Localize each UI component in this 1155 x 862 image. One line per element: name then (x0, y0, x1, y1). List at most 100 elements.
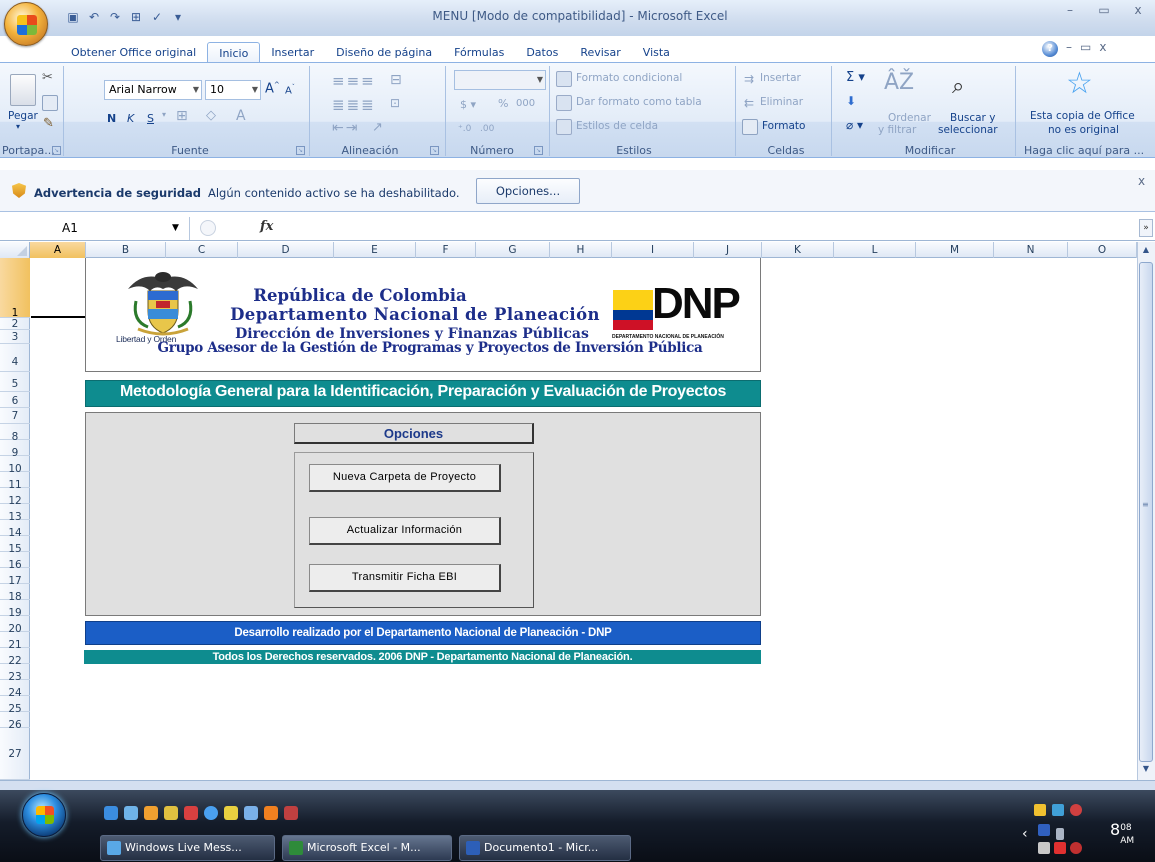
office-notice-line2[interactable]: no es original (1048, 124, 1119, 136)
tab-diseno-pagina[interactable]: Diseño de página (325, 42, 443, 64)
task-microsoft-excel[interactable]: Microsoft Excel - M... (282, 835, 452, 861)
task-documento1[interactable]: Documento1 - Micr... (459, 835, 631, 861)
powerpoint-icon[interactable] (264, 806, 278, 820)
help-icon[interactable]: ? (1042, 41, 1058, 57)
column-header-l[interactable]: L (834, 242, 916, 258)
tray-expand-icon[interactable]: ‹ (1022, 826, 1028, 842)
row-header-1[interactable]: 1 (0, 258, 30, 319)
column-header-c[interactable]: C (166, 242, 238, 258)
minimize-button[interactable]: – (1053, 0, 1087, 22)
fill-icon[interactable]: ⬇ (846, 94, 856, 108)
column-header-k[interactable]: K (762, 242, 834, 258)
row-header-18[interactable]: 18 (0, 584, 30, 603)
row-header-11[interactable]: 11 (0, 472, 30, 491)
antivirus-tray-icon[interactable] (1054, 842, 1066, 854)
update-information-button[interactable]: Actualizar Información (309, 517, 501, 545)
show-desktop-icon[interactable] (124, 806, 138, 820)
mail-icon[interactable] (244, 806, 258, 820)
row-header-2[interactable]: 2 (0, 318, 30, 330)
alignment-launcher-icon[interactable]: ↘ (430, 146, 439, 155)
sort-filter-line2[interactable]: y filtrar (878, 124, 916, 136)
row-header-15[interactable]: 15 (0, 536, 30, 555)
clock[interactable]: 808 AM (1110, 820, 1134, 846)
row-header-23[interactable]: 23 (0, 664, 30, 683)
tab-insertar[interactable]: Insertar (260, 42, 325, 64)
undo-icon[interactable]: ↶ (85, 8, 103, 26)
align-left-icons[interactable]: ≣≣≣ (332, 96, 376, 114)
formula-expand-icon[interactable]: » (1139, 219, 1153, 237)
insert-function-button[interactable]: fx (260, 219, 273, 234)
clear-icon[interactable]: ⌀ ▾ (846, 118, 863, 132)
messenger-icon[interactable] (164, 806, 178, 820)
row-header-27[interactable]: 27 (0, 728, 30, 780)
indent-icons[interactable]: ⇤⇥ (332, 120, 359, 136)
task-windows-live-messenger[interactable]: Windows Live Mess... (100, 835, 275, 861)
row-header-10[interactable]: 10 (0, 456, 30, 475)
row-header-22[interactable]: 22 (0, 648, 30, 667)
column-header-m[interactable]: M (916, 242, 994, 258)
row-header-12[interactable]: 12 (0, 488, 30, 507)
vertical-scroll-thumb[interactable] (1139, 262, 1153, 762)
column-header-b[interactable]: B (86, 242, 166, 258)
office-notice-line1[interactable]: Esta copia de Office (1030, 110, 1135, 122)
delete-cells-button[interactable]: Eliminar (760, 96, 803, 108)
find-select-icon[interactable]: ⌕ (952, 74, 964, 99)
orientation-icon[interactable]: ↗ (372, 120, 383, 135)
row-header-3[interactable]: 3 (0, 330, 30, 344)
column-header-e[interactable]: E (334, 242, 416, 258)
underline-button[interactable]: S (147, 112, 154, 125)
browser-icon[interactable] (184, 806, 198, 820)
tab-obtener-office[interactable]: Obtener Office original (60, 42, 207, 64)
select-all-button[interactable] (0, 242, 30, 258)
spelling-icon[interactable]: ✓ (148, 8, 166, 26)
clipboard-launcher-icon[interactable]: ↘ (52, 146, 61, 155)
column-header-g[interactable]: G (476, 242, 550, 258)
media-icon[interactable] (144, 806, 158, 820)
office-button[interactable] (4, 2, 48, 46)
row-header-16[interactable]: 16 (0, 552, 30, 571)
row-header-9[interactable]: 9 (0, 440, 30, 459)
column-header-j[interactable]: J (694, 242, 762, 258)
autosum-icon[interactable]: Σ ▾ (846, 70, 865, 85)
paste-button[interactable]: Pegar (8, 110, 38, 122)
row-header-7[interactable]: 7 (0, 408, 30, 424)
row-header-4[interactable]: 4 (0, 344, 30, 372)
new-project-folder-button[interactable]: Nueva Carpeta de Proyecto (309, 464, 501, 492)
app-icon[interactable] (284, 806, 298, 820)
paste-icon[interactable] (10, 74, 36, 106)
column-header-n[interactable]: N (994, 242, 1068, 258)
row-header-8[interactable]: 8 (0, 424, 30, 443)
italic-button[interactable]: K (127, 112, 134, 125)
start-button[interactable] (22, 793, 66, 837)
row-header-24[interactable]: 24 (0, 680, 30, 699)
tab-inicio[interactable]: Inicio (207, 42, 261, 64)
alert-tray-icon[interactable] (1070, 804, 1082, 816)
security-close-icon[interactable]: x (1138, 174, 1145, 188)
tab-formulas[interactable]: Fórmulas (443, 42, 515, 64)
row-header-25[interactable]: 25 (0, 696, 30, 715)
column-header-d[interactable]: D (238, 242, 334, 258)
battery-tray-icon[interactable] (1056, 828, 1064, 840)
column-header-f[interactable]: F (416, 242, 476, 258)
tools-icon[interactable] (224, 806, 238, 820)
name-box-arrow-icon[interactable]: ▼ (172, 217, 179, 239)
tab-datos[interactable]: Datos (515, 42, 569, 64)
name-box[interactable]: A1 ▼ (0, 217, 190, 240)
column-header-i[interactable]: I (612, 242, 694, 258)
format-painter-icon[interactable]: ✎ (43, 116, 54, 131)
row-header-21[interactable]: 21 (0, 632, 30, 651)
grow-font-icon[interactable]: A^ (265, 81, 280, 96)
doc-restore-icon[interactable]: ▭ (1080, 40, 1091, 54)
maximize-button[interactable]: ▭ (1087, 0, 1121, 22)
find-select-line1[interactable]: Buscar y (950, 112, 995, 124)
doc-minimize-icon[interactable]: – (1066, 40, 1072, 54)
close-button[interactable]: x (1121, 0, 1155, 22)
fill-color-icon[interactable]: ◇ (206, 108, 216, 123)
security-options-button[interactable]: Opciones... (476, 178, 580, 204)
column-header-h[interactable]: H (550, 242, 612, 258)
scroll-up-icon[interactable]: ▲ (1138, 243, 1154, 257)
thousands-button[interactable]: 000 (516, 98, 535, 109)
column-header-a[interactable]: A (30, 242, 86, 258)
search-icon[interactable] (204, 806, 218, 820)
formula-input[interactable] (290, 217, 1137, 240)
